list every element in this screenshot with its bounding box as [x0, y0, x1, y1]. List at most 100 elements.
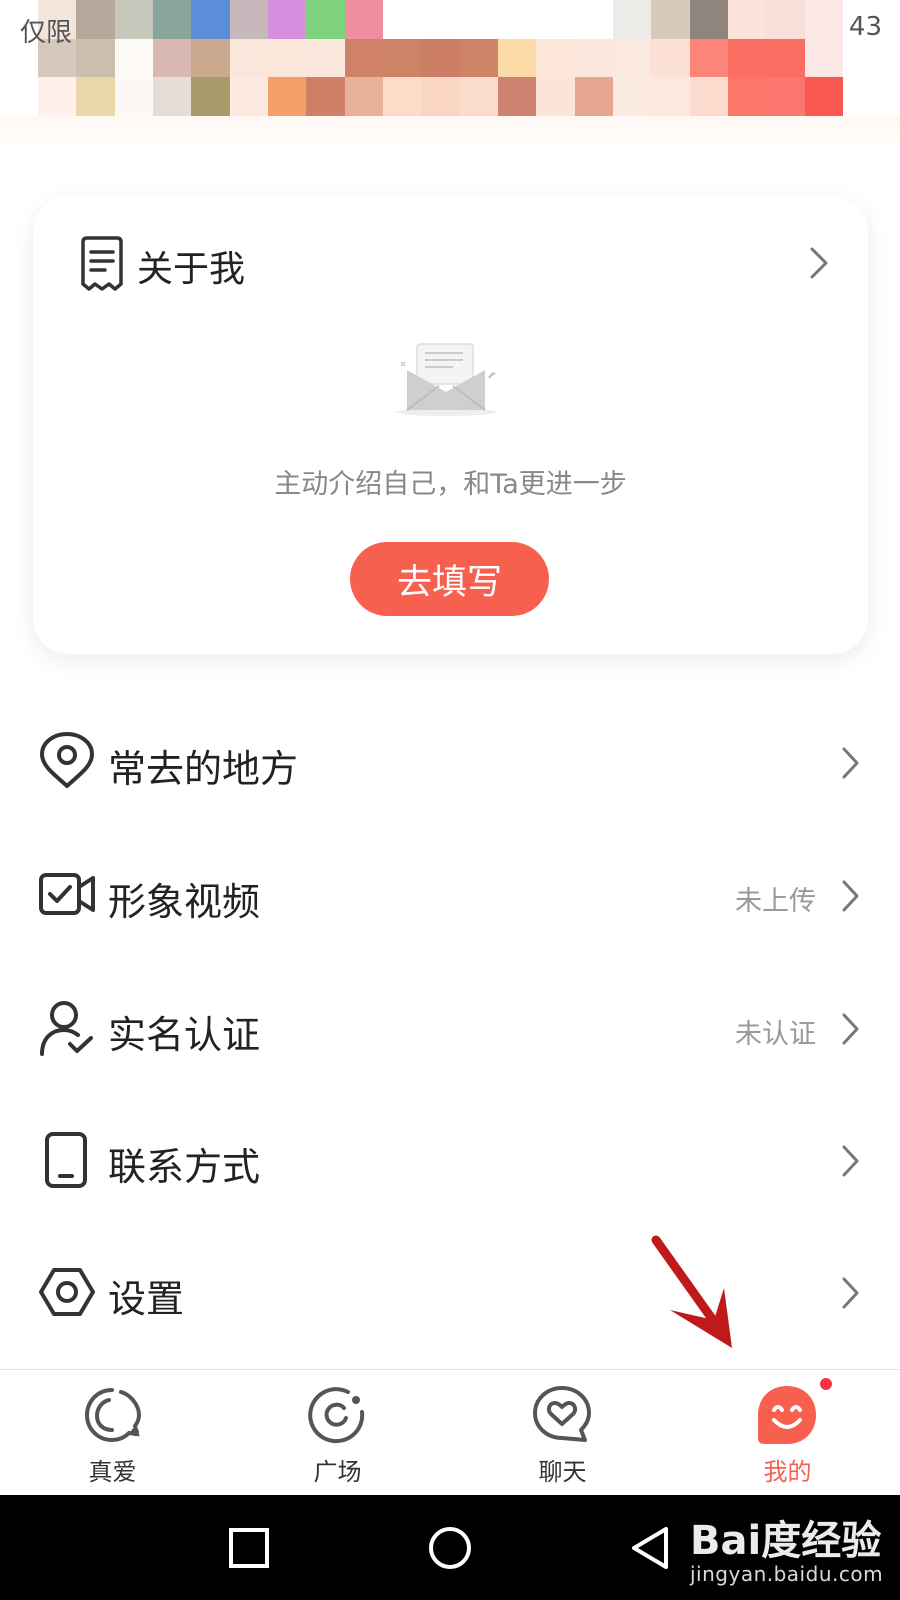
menu-item-contact-info[interactable]: 联系方式: [0, 1106, 900, 1216]
mosaic-cell: [459, 38, 498, 78]
tab-label: 广场: [313, 1458, 362, 1486]
tab-label: 聊天: [538, 1458, 587, 1486]
fill-in-button[interactable]: 去填写: [350, 542, 549, 616]
chevron-right-icon: [842, 1277, 859, 1309]
mosaic-cell: [651, 38, 690, 78]
mosaic-cell: [344, 77, 383, 116]
mosaic-cell: [421, 0, 460, 39]
mosaic-cell: [459, 77, 498, 116]
pixelated-profile-header: [38, 0, 843, 116]
notification-dot: [818, 1376, 834, 1392]
mosaic-cell: [727, 38, 767, 78]
mosaic-cell: [689, 38, 728, 78]
chevron-right-icon[interactable]: [808, 246, 830, 280]
video-check-icon: [39, 873, 95, 915]
mosaic-cell: [497, 38, 537, 78]
menu-item-label: 形象视频: [108, 880, 261, 924]
user-verified-icon: [40, 1001, 93, 1056]
mosaic-cell: [612, 77, 652, 116]
menu-item-real-name-verification[interactable]: 实名认证 未认证: [0, 974, 900, 1084]
mosaic-cell: [267, 38, 307, 78]
tab-label: 真爱: [88, 1458, 137, 1486]
plaza-circle-icon: [308, 1387, 365, 1444]
mosaic-cell: [804, 77, 843, 116]
home-circle-icon[interactable]: [423, 1521, 477, 1575]
mosaic-cell: [382, 77, 422, 116]
mosaic-cell: [689, 77, 728, 116]
bottom-tab-bar: 真爱 广场 聊天 我的: [0, 1369, 900, 1495]
mosaic-cell: [574, 0, 613, 39]
mosaic-cell: [38, 77, 77, 116]
mosaic-cell: [497, 0, 537, 39]
mosaic-cell: [229, 38, 268, 78]
location-pin-icon: [40, 732, 94, 788]
mosaic-cell: [191, 77, 230, 116]
mosaic-cell: [229, 77, 268, 116]
chevron-right-icon: [842, 747, 859, 779]
mosaic-cell: [229, 0, 268, 39]
mosaic-cell: [114, 38, 153, 78]
mosaic-cell: [114, 77, 153, 116]
header-fade: [0, 116, 900, 146]
mosaic-cell: [536, 77, 575, 116]
tab-true-love[interactable]: 真爱: [0, 1370, 225, 1496]
smiley-profile-icon: [758, 1386, 816, 1444]
mosaic-cell: [382, 0, 422, 39]
tab-label: 我的: [763, 1458, 812, 1486]
mosaic-cell: [76, 0, 115, 39]
chat-heart-icon: [533, 1386, 591, 1442]
status-bar-time: 43: [848, 12, 882, 42]
menu-item-profile-video[interactable]: 形象视频 未上传: [0, 841, 900, 951]
tab-chat[interactable]: 聊天: [450, 1370, 675, 1496]
mosaic-cell: [727, 0, 767, 39]
mosaic-cell: [804, 0, 843, 39]
mosaic-cell: [497, 77, 537, 116]
baidu-jingyan-watermark: Bai度经验 jingyan.baidu.com: [690, 1508, 883, 1586]
mosaic-cell: [306, 38, 345, 78]
receipt-icon: [81, 236, 123, 291]
mosaic-cell: [267, 0, 307, 39]
menu-item-label: 实名认证: [108, 1013, 261, 1057]
menu-item-settings[interactable]: 设置: [0, 1238, 900, 1348]
mosaic-cell: [382, 38, 422, 78]
recents-square-icon[interactable]: [222, 1521, 276, 1575]
mosaic-cell: [152, 0, 192, 39]
mosaic-cell: [459, 0, 498, 39]
menu-item-label: 设置: [108, 1277, 185, 1321]
mosaic-cell: [344, 0, 383, 39]
status-bar-left-text: 仅限: [20, 18, 73, 48]
mosaic-cell: [191, 0, 230, 39]
chevron-right-icon: [842, 1013, 859, 1045]
settings-hexagon-icon: [39, 1268, 95, 1316]
mosaic-cell: [574, 38, 613, 78]
about-me-hint: 主动介绍自己，和Ta更进一步: [274, 469, 627, 500]
mosaic-cell: [612, 0, 652, 39]
menu-item-label: 常去的地方: [108, 747, 299, 791]
tab-mine[interactable]: 我的: [675, 1370, 900, 1496]
menu-item-frequent-places[interactable]: 常去的地方: [0, 708, 900, 818]
mosaic-cell: [76, 38, 115, 78]
heart-bubble-icon: [84, 1388, 142, 1443]
phone-icon: [45, 1132, 87, 1188]
tab-plaza[interactable]: 广场: [225, 1370, 450, 1496]
chevron-right-icon: [842, 880, 859, 912]
mosaic-cell: [612, 38, 652, 78]
empty-envelope-icon: [396, 343, 496, 416]
menu-item-status: 未认证: [735, 1019, 816, 1050]
back-triangle-icon[interactable]: [624, 1521, 678, 1575]
mosaic-cell: [804, 38, 843, 78]
mosaic-cell: [76, 77, 115, 116]
mosaic-cell: [536, 38, 575, 78]
mosaic-cell: [651, 0, 690, 39]
watermark-url: jingyan.baidu.com: [690, 1562, 884, 1586]
mosaic-cell: [421, 77, 460, 116]
mosaic-cell: [306, 0, 345, 39]
mosaic-cell: [727, 77, 767, 116]
chevron-right-icon: [842, 1145, 859, 1177]
mosaic-cell: [267, 77, 307, 116]
about-me-title: 关于我: [137, 249, 246, 290]
mosaic-cell: [689, 0, 728, 39]
menu-item-label: 联系方式: [108, 1145, 261, 1189]
mosaic-cell: [766, 0, 805, 39]
mosaic-cell: [651, 77, 690, 116]
